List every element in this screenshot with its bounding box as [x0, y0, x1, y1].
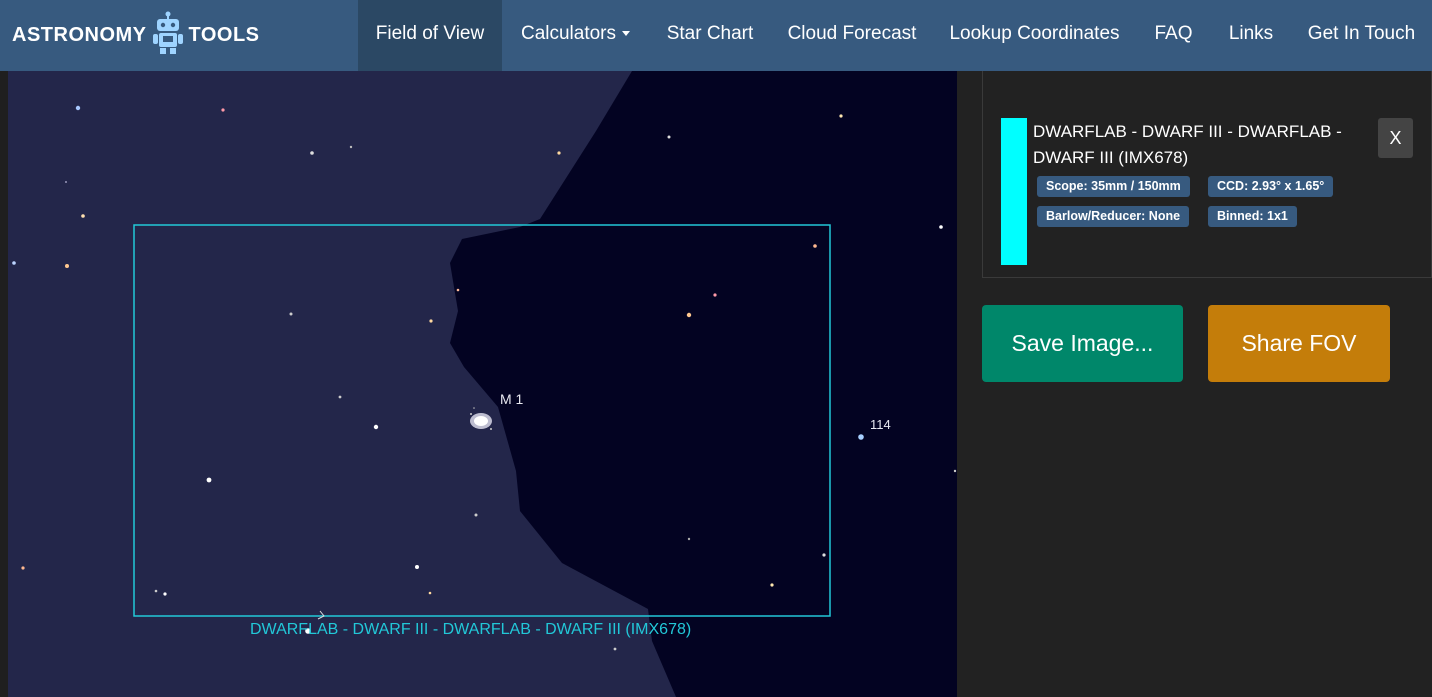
- fov-label: DWARFLAB - DWARF III - DWARFLAB - DWARF …: [250, 621, 692, 638]
- nav-label: Calculators: [520, 23, 617, 44]
- brand-text-right: TOOLS: [188, 24, 260, 46]
- nav-cloud-forecast[interactable]: Cloud Forecast: [771, 0, 933, 71]
- equipment-list-header: [982, 71, 1432, 106]
- caret-down-icon: [622, 31, 631, 37]
- nav-label: Star Chart: [666, 23, 754, 44]
- nav-links[interactable]: Links: [1211, 0, 1291, 71]
- nav-label: Cloud Forecast: [787, 23, 917, 44]
- remove-equipment-button[interactable]: X: [1378, 118, 1413, 158]
- equipment-title: DWARFLAB - DWARF III - DWARFLAB - DWARF …: [1033, 122, 1342, 167]
- nav-label: Field of View: [375, 23, 485, 44]
- badge-barlow: Barlow/Reducer: None: [1037, 206, 1190, 227]
- nav-label: Lookup Coordinates: [949, 23, 1120, 44]
- share-fov-button[interactable]: Share FOV: [1208, 305, 1390, 382]
- nav-label: Links: [1228, 23, 1274, 44]
- sky-chart[interactable]: M 1 114 DWARFLAB - DWARF III - DWARFLAB …: [0, 71, 957, 697]
- nav-star-chart[interactable]: Star Chart: [649, 0, 771, 71]
- save-image-button[interactable]: Save Image...: [982, 305, 1183, 382]
- brand-text-left: ASTRONOMY: [12, 24, 147, 46]
- brand-logo[interactable]: ASTRONOMY TOOLS: [12, 0, 260, 71]
- nav-faq[interactable]: FAQ: [1136, 0, 1211, 71]
- sky-left-edge: [0, 71, 8, 697]
- nav-lookup-coordinates[interactable]: Lookup Coordinates: [933, 0, 1136, 71]
- object-label-m1: M 1: [500, 391, 524, 407]
- sky-canvas: [0, 71, 957, 697]
- nav-get-in-touch[interactable]: Get In Touch: [1291, 0, 1432, 71]
- nav-field-of-view[interactable]: Field of View: [358, 0, 502, 71]
- nav-label: Get In Touch: [1307, 23, 1416, 44]
- badge-ccd: CCD: 2.93° x 1.65°: [1208, 176, 1334, 197]
- navbar: ASTRONOMY TOOLS Field of View Calculator…: [0, 0, 1432, 71]
- equipment-color-swatch[interactable]: [1001, 118, 1027, 265]
- equipment-card: DWARFLAB - DWARF III - DWARFLAB - DWARF …: [982, 105, 1432, 278]
- star-label-114: 114: [870, 417, 891, 432]
- robot-icon: [150, 11, 186, 61]
- nav-label: FAQ: [1154, 23, 1193, 44]
- badge-scope: Scope: 35mm / 150mm: [1037, 176, 1190, 197]
- nav-calculators[interactable]: Calculators: [502, 0, 649, 71]
- badge-binned: Binned: 1x1: [1208, 206, 1297, 227]
